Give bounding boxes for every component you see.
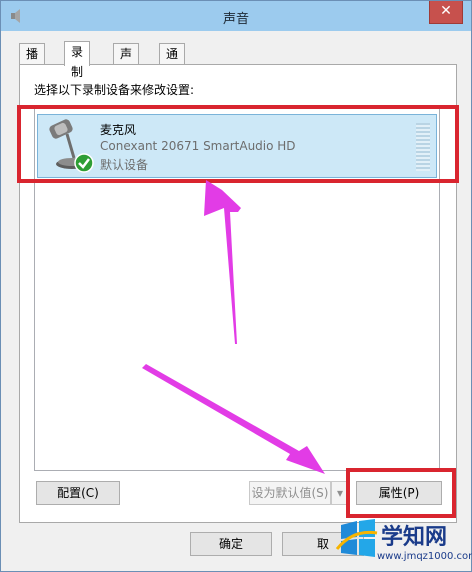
title-bar[interactable]: 声音 ✕ [1,1,471,31]
highlight-box-device [17,105,459,183]
set-default-button[interactable]: 设为默认值(S) [249,481,331,505]
tab-recording[interactable]: 录制 [64,41,91,79]
configure-button[interactable]: 配置(C) [36,481,120,505]
highlight-box-properties [346,468,456,518]
tab-communications[interactable]: 通信 [159,43,186,81]
tab-playback[interactable]: 播放 [19,43,46,81]
close-icon: ✕ [440,3,452,19]
logo-icon [335,519,378,557]
chevron-down-icon: ▾ [336,486,344,500]
window-title: 声音 [222,12,249,27]
ok-button[interactable]: 确定 [190,532,272,556]
watermark-logo: 学知网 www.jmqz1000.com [335,515,472,572]
watermark-text: 学知网 [381,525,448,550]
tab-sounds[interactable]: 声音 [113,43,140,81]
instruction-text: 选择以下录制设备来修改设置: [34,83,195,97]
watermark-url: www.jmqz1000.com [377,551,472,562]
close-button[interactable]: ✕ [429,1,463,24]
